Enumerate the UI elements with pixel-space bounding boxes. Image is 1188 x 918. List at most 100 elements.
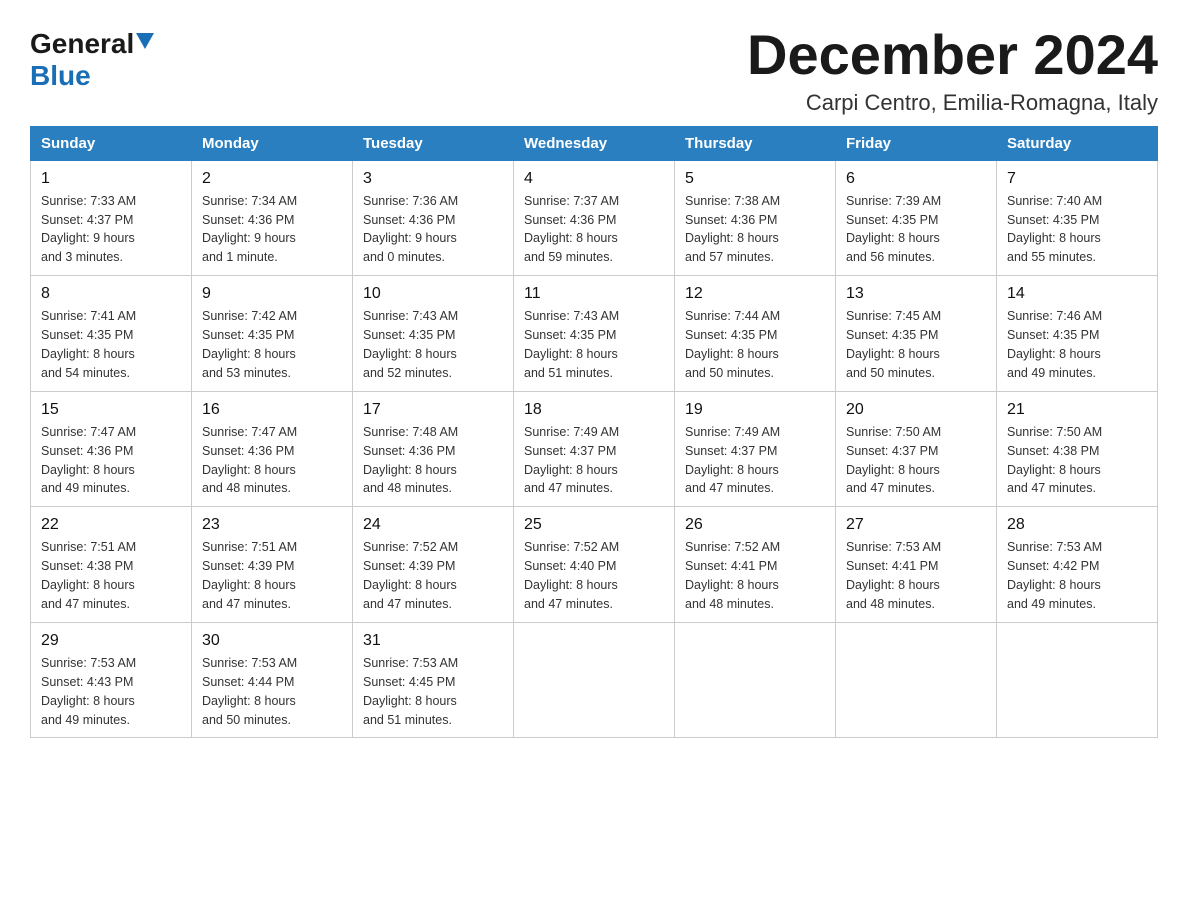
day-info: Sunrise: 7:46 AMSunset: 4:35 PMDaylight:… [1007, 309, 1102, 380]
day-number: 24 [363, 513, 503, 536]
day-info: Sunrise: 7:42 AMSunset: 4:35 PMDaylight:… [202, 309, 297, 380]
day-number: 12 [685, 282, 825, 305]
day-info: Sunrise: 7:44 AMSunset: 4:35 PMDaylight:… [685, 309, 780, 380]
calendar-day-cell: 2 Sunrise: 7:34 AMSunset: 4:36 PMDayligh… [192, 160, 353, 276]
day-number: 23 [202, 513, 342, 536]
day-info: Sunrise: 7:39 AMSunset: 4:35 PMDaylight:… [846, 194, 941, 265]
day-info: Sunrise: 7:53 AMSunset: 4:41 PMDaylight:… [846, 540, 941, 611]
day-info: Sunrise: 7:52 AMSunset: 4:41 PMDaylight:… [685, 540, 780, 611]
calendar-day-cell: 25 Sunrise: 7:52 AMSunset: 4:40 PMDaylig… [514, 507, 675, 623]
day-number: 7 [1007, 167, 1147, 190]
day-number: 15 [41, 398, 181, 421]
day-number: 4 [524, 167, 664, 190]
day-info: Sunrise: 7:34 AMSunset: 4:36 PMDaylight:… [202, 194, 297, 265]
day-number: 30 [202, 629, 342, 652]
day-number: 6 [846, 167, 986, 190]
day-number: 8 [41, 282, 181, 305]
day-info: Sunrise: 7:33 AMSunset: 4:37 PMDaylight:… [41, 194, 136, 265]
day-info: Sunrise: 7:52 AMSunset: 4:39 PMDaylight:… [363, 540, 458, 611]
day-info: Sunrise: 7:43 AMSunset: 4:35 PMDaylight:… [524, 309, 619, 380]
day-info: Sunrise: 7:49 AMSunset: 4:37 PMDaylight:… [685, 425, 780, 496]
day-info: Sunrise: 7:53 AMSunset: 4:45 PMDaylight:… [363, 656, 458, 727]
calendar-day-cell: 3 Sunrise: 7:36 AMSunset: 4:36 PMDayligh… [353, 160, 514, 276]
calendar-day-cell: 20 Sunrise: 7:50 AMSunset: 4:37 PMDaylig… [836, 391, 997, 507]
calendar-header-thursday: Thursday [675, 126, 836, 160]
calendar-day-cell: 11 Sunrise: 7:43 AMSunset: 4:35 PMDaylig… [514, 276, 675, 392]
day-number: 28 [1007, 513, 1147, 536]
calendar-header-monday: Monday [192, 126, 353, 160]
day-info: Sunrise: 7:53 AMSunset: 4:43 PMDaylight:… [41, 656, 136, 727]
calendar-table: SundayMondayTuesdayWednesdayThursdayFrid… [30, 126, 1158, 739]
day-info: Sunrise: 7:47 AMSunset: 4:36 PMDaylight:… [41, 425, 136, 496]
day-number: 13 [846, 282, 986, 305]
calendar-day-cell: 28 Sunrise: 7:53 AMSunset: 4:42 PMDaylig… [997, 507, 1158, 623]
day-number: 1 [41, 167, 181, 190]
day-info: Sunrise: 7:45 AMSunset: 4:35 PMDaylight:… [846, 309, 941, 380]
day-info: Sunrise: 7:37 AMSunset: 4:36 PMDaylight:… [524, 194, 619, 265]
day-info: Sunrise: 7:43 AMSunset: 4:35 PMDaylight:… [363, 309, 458, 380]
calendar-empty-cell [836, 622, 997, 738]
calendar-day-cell: 27 Sunrise: 7:53 AMSunset: 4:41 PMDaylig… [836, 507, 997, 623]
calendar-day-cell: 8 Sunrise: 7:41 AMSunset: 4:35 PMDayligh… [31, 276, 192, 392]
day-info: Sunrise: 7:52 AMSunset: 4:40 PMDaylight:… [524, 540, 619, 611]
calendar-day-cell: 29 Sunrise: 7:53 AMSunset: 4:43 PMDaylig… [31, 622, 192, 738]
calendar-day-cell: 6 Sunrise: 7:39 AMSunset: 4:35 PMDayligh… [836, 160, 997, 276]
day-info: Sunrise: 7:50 AMSunset: 4:37 PMDaylight:… [846, 425, 941, 496]
day-info: Sunrise: 7:51 AMSunset: 4:39 PMDaylight:… [202, 540, 297, 611]
day-number: 27 [846, 513, 986, 536]
day-number: 18 [524, 398, 664, 421]
day-number: 26 [685, 513, 825, 536]
calendar-week-row: 1 Sunrise: 7:33 AMSunset: 4:37 PMDayligh… [31, 160, 1158, 276]
day-number: 19 [685, 398, 825, 421]
day-number: 3 [363, 167, 503, 190]
calendar-day-cell: 1 Sunrise: 7:33 AMSunset: 4:37 PMDayligh… [31, 160, 192, 276]
calendar-week-row: 8 Sunrise: 7:41 AMSunset: 4:35 PMDayligh… [31, 276, 1158, 392]
calendar-day-cell: 30 Sunrise: 7:53 AMSunset: 4:44 PMDaylig… [192, 622, 353, 738]
calendar-day-cell: 22 Sunrise: 7:51 AMSunset: 4:38 PMDaylig… [31, 507, 192, 623]
day-number: 14 [1007, 282, 1147, 305]
calendar-empty-cell [675, 622, 836, 738]
calendar-header-sunday: Sunday [31, 126, 192, 160]
calendar-day-cell: 15 Sunrise: 7:47 AMSunset: 4:36 PMDaylig… [31, 391, 192, 507]
calendar-header-friday: Friday [836, 126, 997, 160]
calendar-day-cell: 9 Sunrise: 7:42 AMSunset: 4:35 PMDayligh… [192, 276, 353, 392]
calendar-day-cell: 19 Sunrise: 7:49 AMSunset: 4:37 PMDaylig… [675, 391, 836, 507]
day-number: 17 [363, 398, 503, 421]
day-number: 29 [41, 629, 181, 652]
day-number: 10 [363, 282, 503, 305]
day-number: 11 [524, 282, 664, 305]
day-number: 2 [202, 167, 342, 190]
calendar-day-cell: 21 Sunrise: 7:50 AMSunset: 4:38 PMDaylig… [997, 391, 1158, 507]
calendar-day-cell: 17 Sunrise: 7:48 AMSunset: 4:36 PMDaylig… [353, 391, 514, 507]
day-number: 31 [363, 629, 503, 652]
calendar-day-cell: 23 Sunrise: 7:51 AMSunset: 4:39 PMDaylig… [192, 507, 353, 623]
day-info: Sunrise: 7:38 AMSunset: 4:36 PMDaylight:… [685, 194, 780, 265]
day-number: 16 [202, 398, 342, 421]
day-number: 9 [202, 282, 342, 305]
calendar-day-cell: 26 Sunrise: 7:52 AMSunset: 4:41 PMDaylig… [675, 507, 836, 623]
day-info: Sunrise: 7:47 AMSunset: 4:36 PMDaylight:… [202, 425, 297, 496]
day-number: 5 [685, 167, 825, 190]
page-header: General Blue December 2024 Carpi Centro,… [30, 24, 1158, 116]
location-subtitle: Carpi Centro, Emilia-Romagna, Italy [747, 90, 1158, 116]
calendar-week-row: 22 Sunrise: 7:51 AMSunset: 4:38 PMDaylig… [31, 507, 1158, 623]
title-block: December 2024 Carpi Centro, Emilia-Romag… [747, 24, 1158, 116]
day-info: Sunrise: 7:36 AMSunset: 4:36 PMDaylight:… [363, 194, 458, 265]
day-info: Sunrise: 7:40 AMSunset: 4:35 PMDaylight:… [1007, 194, 1102, 265]
day-info: Sunrise: 7:49 AMSunset: 4:37 PMDaylight:… [524, 425, 619, 496]
day-number: 21 [1007, 398, 1147, 421]
calendar-day-cell: 12 Sunrise: 7:44 AMSunset: 4:35 PMDaylig… [675, 276, 836, 392]
calendar-header-tuesday: Tuesday [353, 126, 514, 160]
day-info: Sunrise: 7:53 AMSunset: 4:42 PMDaylight:… [1007, 540, 1102, 611]
day-info: Sunrise: 7:51 AMSunset: 4:38 PMDaylight:… [41, 540, 136, 611]
day-info: Sunrise: 7:41 AMSunset: 4:35 PMDaylight:… [41, 309, 136, 380]
logo-general-text: General [30, 28, 134, 60]
day-info: Sunrise: 7:50 AMSunset: 4:38 PMDaylight:… [1007, 425, 1102, 496]
calendar-header-row: SundayMondayTuesdayWednesdayThursdayFrid… [31, 126, 1158, 160]
day-number: 25 [524, 513, 664, 536]
logo-blue-text: Blue [30, 60, 91, 91]
day-number: 20 [846, 398, 986, 421]
calendar-header-wednesday: Wednesday [514, 126, 675, 160]
logo-triangle-icon [136, 33, 154, 51]
calendar-day-cell: 13 Sunrise: 7:45 AMSunset: 4:35 PMDaylig… [836, 276, 997, 392]
